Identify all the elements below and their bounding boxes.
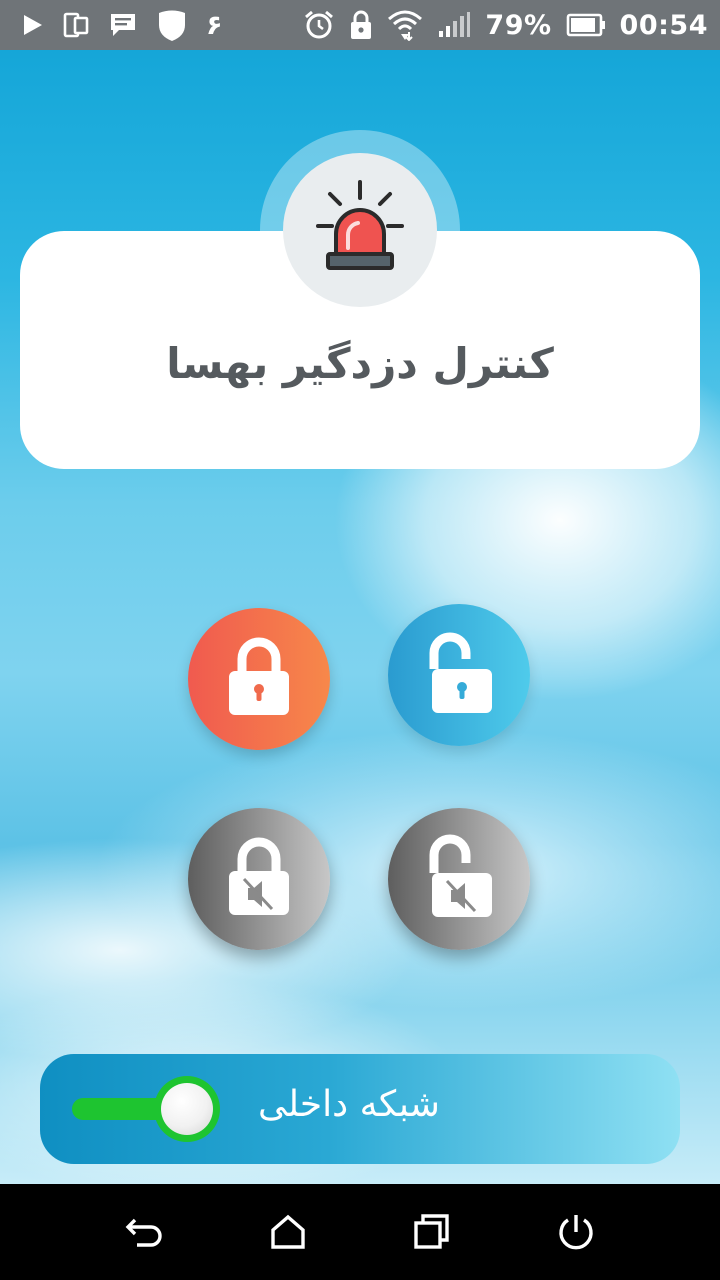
siren-icon [300,168,420,292]
unlock-mute-icon [426,833,492,925]
signal-icon [437,11,471,39]
siren-badge [283,153,437,307]
navigation-bar [0,1184,720,1280]
unlock-button[interactable] [388,604,530,746]
page-title: کنترل دزدگیر بهسا [166,339,554,388]
lock-icon [226,637,292,721]
power-button[interactable] [556,1212,596,1252]
status-bar-left: ۶ [22,8,222,42]
message-icon [108,11,138,39]
back-button[interactable] [125,1212,165,1252]
battery-icon [566,13,606,37]
lock-icon [349,9,373,41]
app-screen: کنترل دزدگیر بهسا شبکه داخلی [0,50,720,1184]
silent-lock-button[interactable] [188,808,330,950]
internal-network-bar: شبکه داخلی [40,1054,680,1164]
alarm-icon [303,9,335,41]
persian-six-icon: ۶ [206,9,223,41]
battery-percent: 79% [485,9,552,41]
status-bar: ۶ 79% 00:54 [0,0,720,50]
home-icon [268,1214,308,1256]
status-bar-right: 79% 00:54 [303,9,708,41]
unlock-icon [426,631,492,719]
lock-mute-icon [226,835,292,923]
play-store-icon [22,13,44,37]
power-icon [556,1215,596,1256]
back-icon [125,1218,165,1256]
recent-apps-button[interactable] [412,1212,452,1252]
wifi-icon [387,9,423,41]
recent-apps-icon [412,1214,452,1256]
shield-icon [156,8,188,42]
toggle-knob [154,1076,220,1142]
toggle-knob-face [161,1083,213,1135]
internal-network-label: شبکه داخلی [258,1084,440,1125]
lock-button[interactable] [188,608,330,750]
silent-unlock-button[interactable] [388,808,530,950]
status-time: 00:54 [619,9,708,41]
phone-screen-icon [62,11,90,39]
home-button[interactable] [268,1212,308,1252]
internal-network-toggle[interactable] [70,1076,220,1142]
